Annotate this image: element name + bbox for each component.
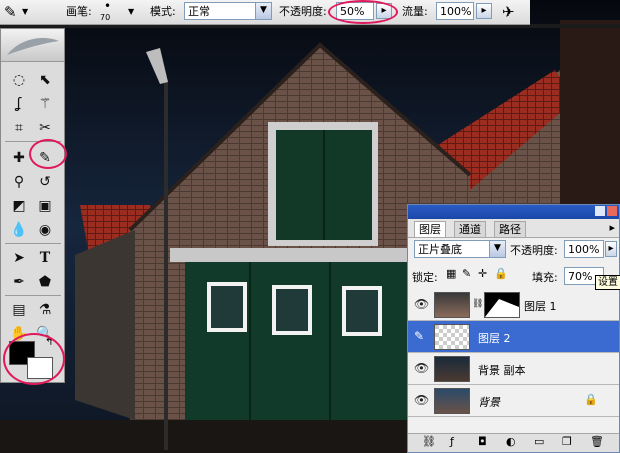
trash-icon[interactable]: 🗑 <box>590 435 604 448</box>
layer-opacity-field[interactable]: 100% <box>564 240 604 258</box>
brush-link-icon[interactable]: ✎ <box>414 329 424 343</box>
chevron-down-icon[interactable]: ▼ <box>255 3 271 19</box>
palette-menu-icon[interactable]: ▸ <box>609 221 615 234</box>
move-icon[interactable]: ⬉ <box>33 69 57 91</box>
fill-label: 填充: <box>532 271 558 284</box>
link-layers-icon[interactable]: ⛓ <box>422 435 436 448</box>
mode-select[interactable]: 正常 ▼ <box>184 2 272 20</box>
flow-value: 100% <box>440 5 472 18</box>
color-highlight-ring <box>3 333 65 385</box>
close-icon[interactable] <box>607 206 617 216</box>
brush-highlight-ring <box>29 139 67 169</box>
tab-paths[interactable]: 路径 <box>494 221 526 237</box>
eraser-icon[interactable]: ◩ <box>7 195 31 217</box>
lock-paint-icon[interactable]: ✎ <box>462 267 471 280</box>
tab-channels[interactable]: 通道 <box>454 221 486 237</box>
tooltip: 设置 <box>595 275 620 290</box>
brush-preset-icon[interactable]: ✎ <box>4 0 17 24</box>
toolbox: ◌ ⬉ ʆ ⚚ ⌗ ✂ ✚ ✎ ⚲ ↺ ◩ ▣ 💧 ◉ ➤ T ✒ ⬟ ▤ ⚗ … <box>0 28 67 385</box>
palette-tabs: 图层 通道 路径 ▸ <box>408 219 619 238</box>
link-icon: ⛓ <box>472 299 484 309</box>
pen-icon[interactable]: ✒ <box>7 271 31 293</box>
slice-icon[interactable]: ✂ <box>33 117 57 139</box>
layer-opacity-slider-button[interactable]: ▸ <box>605 241 617 257</box>
preset-arrow-icon[interactable]: ▼ <box>22 0 28 24</box>
mode-value: 正常 <box>188 5 210 18</box>
blend-mode-select[interactable]: 正片叠底 ▼ <box>414 240 506 258</box>
layer-mask-thumbnail[interactable] <box>484 292 520 318</box>
lock-all-icon[interactable]: 🔒 <box>494 267 508 280</box>
layers-palette: 图层 通道 路径 ▸ 正片叠底 ▼ 不透明度: 100% ▸ 锁定: ▦ ✎ ✛… <box>407 204 620 453</box>
layer-thumbnail <box>434 388 470 414</box>
lock-position-icon[interactable]: ✛ <box>478 267 487 280</box>
airbrush-icon[interactable]: ✈ <box>502 0 515 24</box>
history-brush-icon[interactable]: ↺ <box>33 171 57 193</box>
chevron-down-icon[interactable]: ▼ <box>489 241 505 257</box>
crop-icon[interactable]: ⌗ <box>7 117 31 139</box>
flow-field[interactable]: 100% <box>436 2 474 20</box>
add-mask-icon[interactable]: ◘ <box>478 435 487 448</box>
tab-layers[interactable]: 图层 <box>414 221 446 237</box>
new-group-icon[interactable]: ▭ <box>534 435 544 448</box>
layer-thumbnail <box>434 356 470 382</box>
lasso-icon[interactable]: ʆ <box>7 93 31 115</box>
path-selection-icon[interactable]: ➤ <box>7 247 31 269</box>
layer-row[interactable]: 👁 背景 副本 <box>408 353 619 385</box>
layer-thumbnail <box>434 324 470 350</box>
layer-opacity-value: 100% <box>568 243 600 256</box>
new-layer-icon[interactable]: ❐ <box>562 435 572 448</box>
layer-row[interactable]: 👁 ⛓ 图层 1 <box>408 289 619 321</box>
opacity-label: 不透明度: <box>279 5 327 18</box>
minimize-icon[interactable] <box>595 206 605 216</box>
fill-value: 70% <box>568 270 593 283</box>
feather-icon <box>7 37 59 55</box>
layer-name: 图层 1 <box>524 300 557 313</box>
eyedropper-icon[interactable]: ⚗ <box>33 299 57 321</box>
shape-icon[interactable]: ⬟ <box>33 271 57 293</box>
healing-brush-icon[interactable]: ✚ <box>7 147 31 169</box>
clone-stamp-icon[interactable]: ⚲ <box>7 171 31 193</box>
brush-size[interactable]: 70 <box>100 6 110 30</box>
lock-label: 锁定: <box>412 271 438 284</box>
eye-icon[interactable]: 👁 <box>414 361 429 375</box>
adjustment-layer-icon[interactable]: ◐ <box>506 435 516 448</box>
highlight-ring <box>328 0 398 24</box>
eye-icon[interactable]: 👁 <box>414 393 429 407</box>
layer-thumbnail <box>434 292 470 318</box>
tool-options-bar: ✎ ▼ 画笔: • 70 ▼ 模式: 正常 ▼ 不透明度: 50% ▸ 流量: … <box>0 0 530 25</box>
magic-wand-icon[interactable]: ⚚ <box>33 93 57 115</box>
type-icon[interactable]: T <box>33 247 57 269</box>
flow-label: 流量: <box>402 5 428 18</box>
layer-name: 背景 副本 <box>478 364 526 377</box>
layer-row[interactable]: 👁 背景 🔒 <box>408 385 619 417</box>
toolbox-header <box>1 29 64 62</box>
layer-style-icon[interactable]: ƒ <box>450 435 454 448</box>
gradient-icon[interactable]: ▣ <box>33 195 57 217</box>
layers-footer: ⛓ ƒ ◘ ◐ ▭ ❐ 🗑 <box>408 433 619 452</box>
mode-label: 模式: <box>150 5 176 18</box>
divider <box>5 295 61 296</box>
divider <box>5 243 61 244</box>
lock-icon: 🔒 <box>584 393 598 406</box>
layer-name: 背景 <box>478 396 500 409</box>
flow-slider-button[interactable]: ▸ <box>476 3 492 19</box>
dodge-icon[interactable]: ◉ <box>33 219 57 241</box>
marquee-icon[interactable]: ◌ <box>7 69 31 91</box>
palette-titlebar[interactable] <box>408 205 619 219</box>
eye-icon[interactable]: 👁 <box>414 297 429 311</box>
lock-transparency-icon[interactable]: ▦ <box>446 267 456 280</box>
brush-picker-arrow-icon[interactable]: ▼ <box>128 0 134 24</box>
blend-mode-value: 正片叠底 <box>418 243 462 256</box>
notes-icon[interactable]: ▤ <box>7 299 31 321</box>
layer-opacity-label: 不透明度: <box>510 244 558 257</box>
layer-row[interactable]: ✎ 图层 2 <box>408 321 619 353</box>
layer-name: 图层 2 <box>478 332 511 345</box>
blur-icon[interactable]: 💧 <box>7 219 31 241</box>
brush-label: 画笔: <box>66 5 92 18</box>
